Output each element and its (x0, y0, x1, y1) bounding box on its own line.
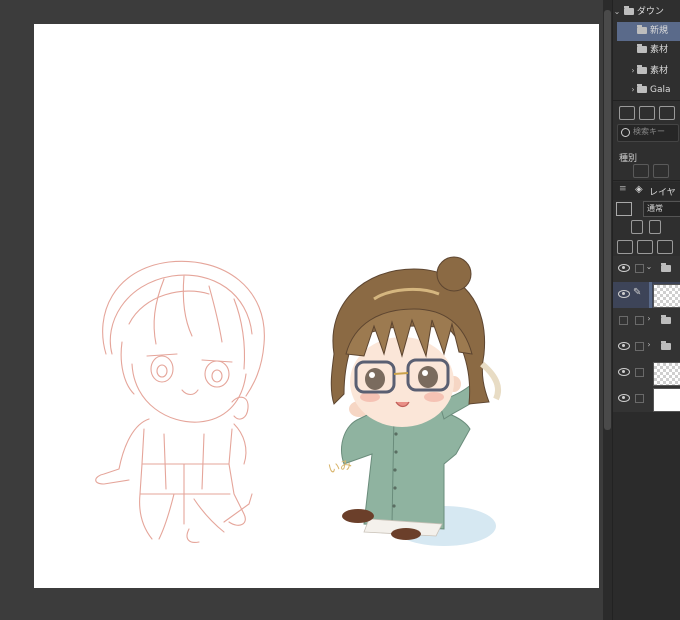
visibility-eye-icon[interactable] (618, 290, 630, 298)
lock-toggle[interactable] (635, 394, 644, 403)
new-folder-icon[interactable] (637, 240, 653, 254)
layer-color-swatch[interactable] (616, 202, 632, 216)
search-placeholder: 検索キー (633, 127, 665, 136)
layer-row-selected[interactable]: ✎ (613, 282, 680, 309)
chevron-right-icon[interactable]: › (645, 314, 653, 323)
illustration: いみ (95, 256, 502, 546)
visibility-eye-icon[interactable] (618, 264, 630, 272)
material-item-label: 素材 (650, 45, 669, 55)
layers-icon: ◈ (635, 184, 643, 195)
lock-toggle[interactable] (635, 342, 644, 351)
folder-icon (661, 263, 671, 272)
new-folder-icon[interactable] (619, 106, 635, 120)
blend-mode-value: 通常 (647, 204, 663, 213)
chevron-right-icon[interactable]: › (629, 61, 637, 80)
lock-toggle[interactable] (635, 264, 644, 273)
folder-icon (637, 84, 647, 93)
add-material-icon[interactable] (639, 106, 655, 120)
layer-panel-tab[interactable]: ≡ ◈ レイヤー (613, 182, 680, 211)
menu-icon[interactable]: ≡ (619, 184, 627, 194)
right-panel: ⌄ ダウン 新規 素材 › 素材 › Gala 検索キー 種別 ≡ ◈ レイヤー 通… (612, 0, 680, 620)
visibility-toggle[interactable] (619, 316, 628, 325)
blend-mode-select[interactable]: 通常 (643, 201, 680, 217)
material-item[interactable]: › Gala (613, 80, 680, 99)
download-folder-icon (623, 6, 634, 15)
chevron-right-icon[interactable]: › (645, 340, 653, 349)
material-item-new[interactable]: 新規 (617, 22, 680, 41)
kind-icon[interactable] (653, 164, 669, 178)
material-item[interactable]: 素材 (613, 41, 680, 60)
scrollbar-thumb[interactable] (604, 10, 611, 430)
visibility-eye-icon[interactable] (618, 368, 630, 376)
layer-row-raster[interactable] (613, 360, 680, 387)
paper-thumbnail (653, 388, 680, 412)
chevron-down-icon[interactable]: ⌄ (613, 2, 621, 21)
workspace-vertical-scrollbar[interactable] (603, 0, 612, 620)
edit-material-icon[interactable] (659, 106, 675, 120)
layer-row-folder[interactable]: › (613, 334, 680, 361)
pen-edit-icon: ✎ (633, 287, 642, 298)
chevron-down-icon[interactable]: ⌄ (645, 262, 653, 271)
material-item-label: Gala (650, 85, 671, 95)
divider (613, 180, 680, 181)
material-search-box[interactable]: 検索キー (617, 124, 679, 142)
new-layer-icon[interactable] (617, 240, 633, 254)
lock-toggle[interactable] (635, 316, 644, 325)
folder-icon (637, 44, 647, 53)
material-item-label: 素材 (650, 66, 669, 76)
divider (613, 100, 680, 101)
layer-row-folder[interactable]: › (613, 308, 680, 335)
sketch-figure (95, 260, 265, 543)
folder-icon (637, 25, 647, 34)
material-kind-label: 種別 (619, 154, 638, 164)
layer-row-paper[interactable] (613, 386, 680, 413)
layer-list-empty-area (613, 412, 680, 620)
clip-icon[interactable] (631, 220, 643, 234)
material-root-label: ダウン (636, 7, 664, 17)
layer-settings-icon[interactable] (657, 240, 673, 254)
lock-toggle[interactable] (635, 368, 644, 377)
chevron-right-icon[interactable]: › (629, 80, 637, 99)
layer-thumbnail (653, 284, 680, 308)
selection-bar (649, 282, 652, 308)
folder-icon (661, 341, 671, 350)
visibility-eye-icon[interactable] (618, 394, 630, 402)
reference-icon[interactable] (649, 220, 661, 234)
drawing-canvas[interactable]: いみ (34, 24, 599, 588)
material-item-label: 新規 (650, 26, 669, 36)
canvas-workspace[interactable]: いみ (0, 0, 603, 620)
folder-icon (661, 315, 671, 324)
folder-icon (637, 65, 647, 74)
visibility-eye-icon[interactable] (618, 342, 630, 350)
material-item[interactable]: › 素材 (613, 61, 680, 80)
layer-row-folder-open[interactable]: ⌄ (613, 256, 680, 283)
colored-figure: いみ (327, 256, 502, 546)
layer-thumbnail (653, 362, 680, 386)
material-root-row[interactable]: ⌄ ダウン (613, 2, 680, 21)
kind-icon[interactable] (633, 164, 649, 178)
search-icon (621, 128, 630, 137)
signature: いみ (327, 457, 353, 476)
